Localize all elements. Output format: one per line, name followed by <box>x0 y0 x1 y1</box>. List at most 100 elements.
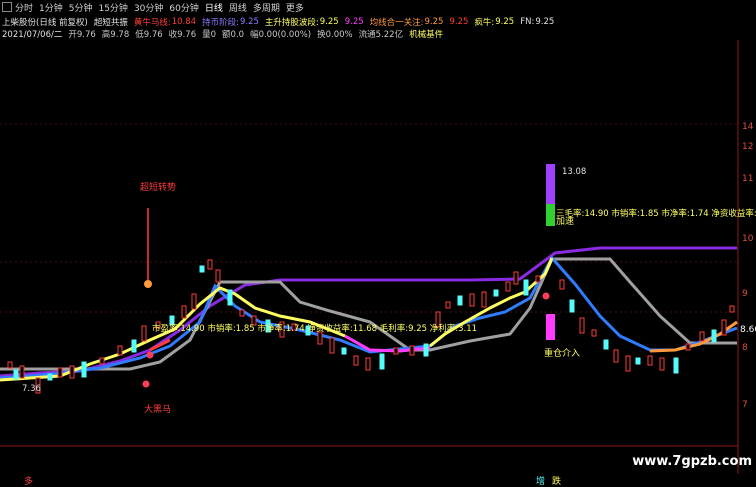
axis-tick: 8.66 <box>740 325 756 335</box>
candle <box>457 295 463 306</box>
candle <box>647 355 653 366</box>
price-axis: 14 12 11 10 9 8.66 8 7 <box>740 122 756 410</box>
t7-val: 9.25 <box>495 17 515 27</box>
tab-weekly[interactable]: 周线 <box>229 1 247 14</box>
candle <box>379 353 385 370</box>
signal-bar-top <box>546 164 555 204</box>
peach-marker <box>144 280 152 288</box>
candle <box>207 259 213 270</box>
quote-date: 2021/07/06/二 <box>2 30 63 40</box>
tab-30min[interactable]: 30分钟 <box>134 1 163 14</box>
bottom-left-tag: 大黑马 <box>144 403 171 415</box>
candle <box>47 373 53 381</box>
candle <box>699 331 705 342</box>
candle <box>409 345 415 356</box>
quote-industry: 机械基件 <box>409 30 444 40</box>
watermark: www.7gpzb.com <box>632 454 752 469</box>
quote-low: 低9.76 <box>135 30 163 40</box>
indicator-name[interactable]: 超短共振 <box>94 16 128 28</box>
axis-tick: 7 <box>742 400 748 410</box>
tab-multi-period[interactable]: 多周期 <box>253 1 280 14</box>
candle <box>659 357 665 371</box>
right-tag-heavy-entry: 重仓介入 <box>544 347 580 359</box>
t1-label: 黄牛马线: <box>133 18 171 28</box>
buy-marker <box>542 292 550 300</box>
bottom-mid-mark-2: 跌 <box>552 477 562 487</box>
candle <box>227 289 233 306</box>
candle <box>191 293 197 310</box>
candle <box>141 325 147 342</box>
period-toolbar: 分时 1分钟 5分钟 15分钟 30分钟 60分钟 日线 周线 多周期 更多 <box>0 0 756 14</box>
tab-fenshi[interactable]: 分时 <box>15 1 33 14</box>
top-left-tag: 超短转势 <box>140 181 176 193</box>
tab-5min[interactable]: 5分钟 <box>69 1 93 14</box>
candle <box>481 291 487 308</box>
signal-bar-bottom <box>546 314 555 340</box>
candle <box>505 281 511 292</box>
quote-close: 收9.76 <box>168 30 197 40</box>
tab-daily[interactable]: 日线 <box>205 1 223 14</box>
candle <box>685 343 691 351</box>
quote-amount: 额0.0 <box>222 30 245 40</box>
quote-volume: 量0 <box>202 30 217 40</box>
indicator-info-line: 上柴股份(日线 前复权) 超短共振 黄牛马线: 10.84 持币阶段: 9.25 主… <box>2 16 554 28</box>
chart-type-icon[interactable] <box>2 2 12 12</box>
candle <box>423 343 429 357</box>
stats-line-left: 市盈率:14.90 市销率:1.85 市净率:1.74 净资收益率:11.68 … <box>152 323 477 334</box>
candle <box>603 339 609 350</box>
buy-marker <box>146 351 154 359</box>
axis-tick: 12 <box>742 142 753 152</box>
tab-1min[interactable]: 1分钟 <box>39 1 63 14</box>
candle <box>493 289 499 297</box>
candle <box>199 265 205 273</box>
kline-chart[interactable]: 14 12 11 10 9 8.66 8 7 13.08 7.36 超短转势 大… <box>0 40 756 474</box>
candle <box>99 357 105 365</box>
t1-val: 10.84 <box>171 17 197 27</box>
quote-high: 高9.78 <box>101 30 130 40</box>
candle <box>613 349 619 363</box>
t6-val: 9.25 <box>449 17 469 27</box>
axis-tick: 9 <box>742 289 748 299</box>
candle <box>393 347 399 355</box>
bottom-left-mark: 多 <box>24 477 34 487</box>
t8-label: FN: <box>520 17 535 27</box>
candle <box>353 355 359 366</box>
tab-15min[interactable]: 15分钟 <box>98 1 127 14</box>
t5-label: 均线合一关注: <box>369 18 424 28</box>
low-price-label: 7.36 <box>22 384 41 394</box>
candle <box>329 337 335 354</box>
candle <box>57 367 63 378</box>
buy-marker <box>142 380 150 388</box>
stats-line-right: 三毛率:14.90 市销率:1.85 市净率:1.74 净资收益率:11.68 … <box>556 208 756 219</box>
candle <box>445 301 451 309</box>
candle <box>19 365 25 379</box>
tab-60min[interactable]: 60分钟 <box>169 1 198 14</box>
candle <box>469 293 475 307</box>
candle <box>579 317 585 334</box>
candle <box>341 347 347 355</box>
bottom-mid-mark-1: 增 <box>536 477 546 487</box>
candle <box>239 309 245 317</box>
quote-turnover: 换0.00% <box>317 30 353 40</box>
candle <box>513 271 519 285</box>
candle <box>13 369 19 380</box>
candle <box>711 329 717 343</box>
candle <box>131 339 137 353</box>
quote-amplitude: 幅0.00(0.00%) <box>250 30 312 40</box>
candle <box>559 279 565 290</box>
axis-tick: 8 <box>742 343 748 353</box>
candle <box>365 357 371 371</box>
candle <box>69 365 75 379</box>
candle <box>721 319 727 336</box>
peak-high-label: 13.08 <box>562 167 586 177</box>
candle <box>625 355 631 372</box>
candle <box>523 279 529 296</box>
t3-val: 9.25 <box>319 17 339 27</box>
t2-label: 持币阶段: <box>202 18 239 28</box>
candle <box>215 269 221 283</box>
bottom-marks: 多 增 跌 <box>0 474 756 487</box>
tab-more[interactable]: 更多 <box>286 1 304 14</box>
candle <box>7 361 13 369</box>
t5-val: 9.25 <box>424 17 444 27</box>
t7-label: 疯牛: <box>474 18 495 28</box>
